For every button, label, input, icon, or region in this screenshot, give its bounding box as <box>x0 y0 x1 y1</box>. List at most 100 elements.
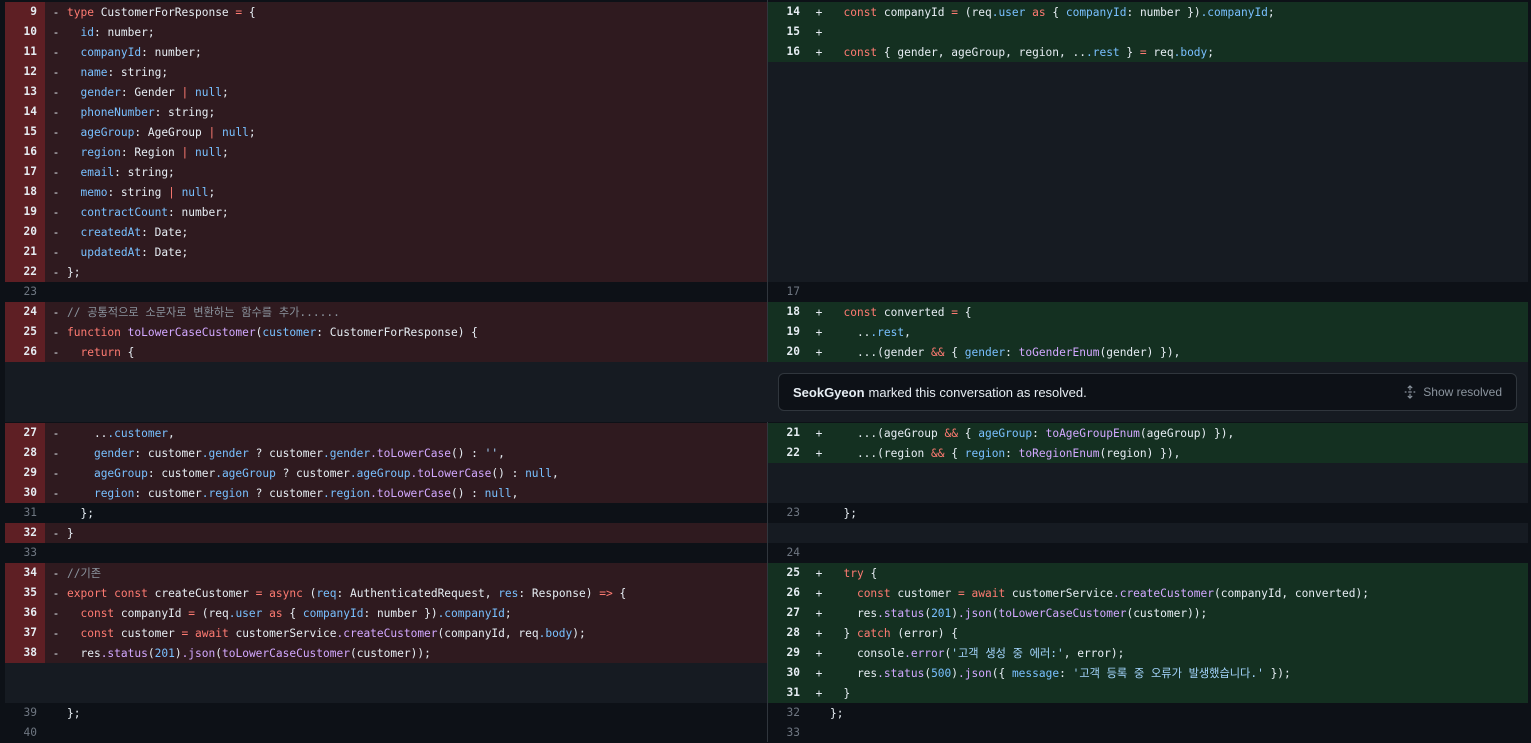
line-number[interactable]: 10 <box>5 22 45 42</box>
line-number[interactable]: 25 <box>5 322 45 342</box>
line-number[interactable]: 31 <box>5 503 45 523</box>
left-diff-line: 10- id: number; <box>5 22 767 42</box>
line-number[interactable]: 20 <box>5 222 45 242</box>
left-diff-line: 12- name: string; <box>5 62 767 82</box>
empty-diff-gap <box>5 662 767 703</box>
right-diff-line: 23 }; <box>768 503 1528 523</box>
line-number[interactable]: 39 <box>5 703 45 723</box>
code-text: }; <box>830 706 844 720</box>
right-diff-line: 18 + const converted = { <box>768 302 1528 322</box>
left-diff-line: 15- ageGroup: AgeGroup | null; <box>5 122 767 142</box>
left-diff-line: 19- contractCount: number; <box>5 202 767 222</box>
line-number[interactable]: 35 <box>5 583 45 603</box>
code-text: type CustomerForResponse = { <box>67 5 256 19</box>
line-number[interactable]: 18 <box>768 302 808 322</box>
line-number[interactable]: 24 <box>768 543 808 563</box>
diff-marker: + <box>815 426 823 440</box>
left-diff-line: 22-}; <box>5 262 767 282</box>
line-number[interactable]: 15 <box>5 122 45 142</box>
left-diff-line: 27- ...customer, <box>5 423 767 443</box>
left-diff-line: 37- const customer = await customerServi… <box>5 623 767 643</box>
line-number[interactable]: 23 <box>5 282 45 302</box>
resolver-username[interactable]: SeokGyeon <box>793 385 865 400</box>
line-number[interactable]: 19 <box>768 322 808 342</box>
diff-marker: - <box>52 145 60 159</box>
code-text: export const createCustomer = async (req… <box>67 586 627 600</box>
line-number[interactable]: 36 <box>5 603 45 623</box>
diff-marker <box>808 547 830 560</box>
line-number[interactable]: 14 <box>768 2 808 22</box>
line-number[interactable]: 21 <box>5 242 45 262</box>
code-text: const { gender, ageGroup, region, ...res… <box>843 45 1215 59</box>
show-resolved-button[interactable]: Show resolved <box>1403 385 1502 399</box>
line-number[interactable]: 13 <box>5 82 45 102</box>
line-number[interactable]: 17 <box>768 282 808 302</box>
diff-marker: + <box>815 305 823 319</box>
line-number[interactable]: 37 <box>5 623 45 643</box>
line-number[interactable]: 31 <box>768 683 808 703</box>
line-number[interactable]: 30 <box>768 663 808 683</box>
line-number[interactable]: 28 <box>768 623 808 643</box>
line-number[interactable]: 23 <box>768 503 808 523</box>
left-diff-line: 20- createdAt: Date; <box>5 222 767 242</box>
line-number[interactable]: 40 <box>5 723 45 743</box>
line-number[interactable]: 32 <box>768 703 808 723</box>
line-number[interactable]: 38 <box>5 643 45 663</box>
left-diff-line: 16- region: Region | null; <box>5 142 767 162</box>
diff-marker <box>45 707 67 720</box>
line-number[interactable]: 11 <box>5 42 45 62</box>
line-number[interactable]: 32 <box>5 523 45 543</box>
line-number[interactable]: 14 <box>5 102 45 122</box>
code-text: companyId: number; <box>80 45 202 59</box>
code-text: updatedAt: Date; <box>80 245 189 259</box>
line-number[interactable]: 21 <box>768 423 808 443</box>
line-number[interactable]: 16 <box>768 42 808 62</box>
right-diff-line: 20 + ...(gender && { gender: toGenderEnum… <box>768 342 1528 362</box>
left-diff-line: 31 }; <box>5 503 767 523</box>
line-number[interactable]: 16 <box>5 142 45 162</box>
right-diff-line: 27 + res.status(201).json(toLowerCaseCust… <box>768 603 1528 623</box>
resolved-message: marked this conversation as resolved. <box>868 384 1087 400</box>
split-diff-view: 9- type CustomerForResponse = {10- id: nu… <box>0 0 1531 743</box>
line-number[interactable]: 30 <box>5 483 45 503</box>
line-number[interactable]: 20 <box>768 342 808 362</box>
diff-marker: - <box>52 205 60 219</box>
right-diff-line: 15 + <box>768 22 1528 42</box>
code-text: const converted = { <box>843 305 972 319</box>
code-text: const customer = await customerService.c… <box>80 626 586 640</box>
line-number[interactable]: 22 <box>5 262 45 282</box>
line-number[interactable]: 33 <box>768 723 808 743</box>
diff-marker: - <box>52 25 60 39</box>
line-number[interactable]: 33 <box>5 543 45 563</box>
code-text: return { <box>80 345 135 359</box>
line-number[interactable]: 29 <box>5 463 45 483</box>
line-number[interactable]: 28 <box>5 443 45 463</box>
right-diff-line: 22 + ...(region && { region: toRegionEnum… <box>768 443 1528 463</box>
line-number[interactable]: 9 <box>5 2 45 22</box>
diff-marker: - <box>52 225 60 239</box>
empty-diff-gap <box>768 463 1528 503</box>
left-diff-line: 9- type CustomerForResponse = { <box>5 2 767 22</box>
line-number[interactable]: 18 <box>5 182 45 202</box>
line-number[interactable]: 26 <box>5 342 45 362</box>
line-number[interactable]: 17 <box>5 162 45 182</box>
line-number[interactable]: 27 <box>768 603 808 623</box>
line-number[interactable]: 29 <box>768 643 808 663</box>
line-number[interactable]: 25 <box>768 563 808 583</box>
right-diff-line: 28 + } catch (error) { <box>768 623 1528 643</box>
diff-marker: + <box>815 45 823 59</box>
line-number[interactable]: 34 <box>5 563 45 583</box>
line-number[interactable]: 22 <box>768 443 808 463</box>
line-number[interactable]: 12 <box>5 62 45 82</box>
line-number[interactable]: 19 <box>5 202 45 222</box>
line-number[interactable]: 26 <box>768 583 808 603</box>
left-diff-line: 33 <box>5 543 767 563</box>
code-text: email: string; <box>80 165 175 179</box>
line-number[interactable]: 27 <box>5 423 45 443</box>
diff-marker <box>45 286 67 299</box>
line-number[interactable]: 24 <box>5 302 45 322</box>
diff-marker: - <box>52 466 60 480</box>
right-diff-line: 21 + ...(ageGroup && { ageGroup: toAgeGro… <box>768 423 1528 443</box>
line-number[interactable]: 15 <box>768 22 808 42</box>
code-text: } catch (error) { <box>830 626 958 640</box>
